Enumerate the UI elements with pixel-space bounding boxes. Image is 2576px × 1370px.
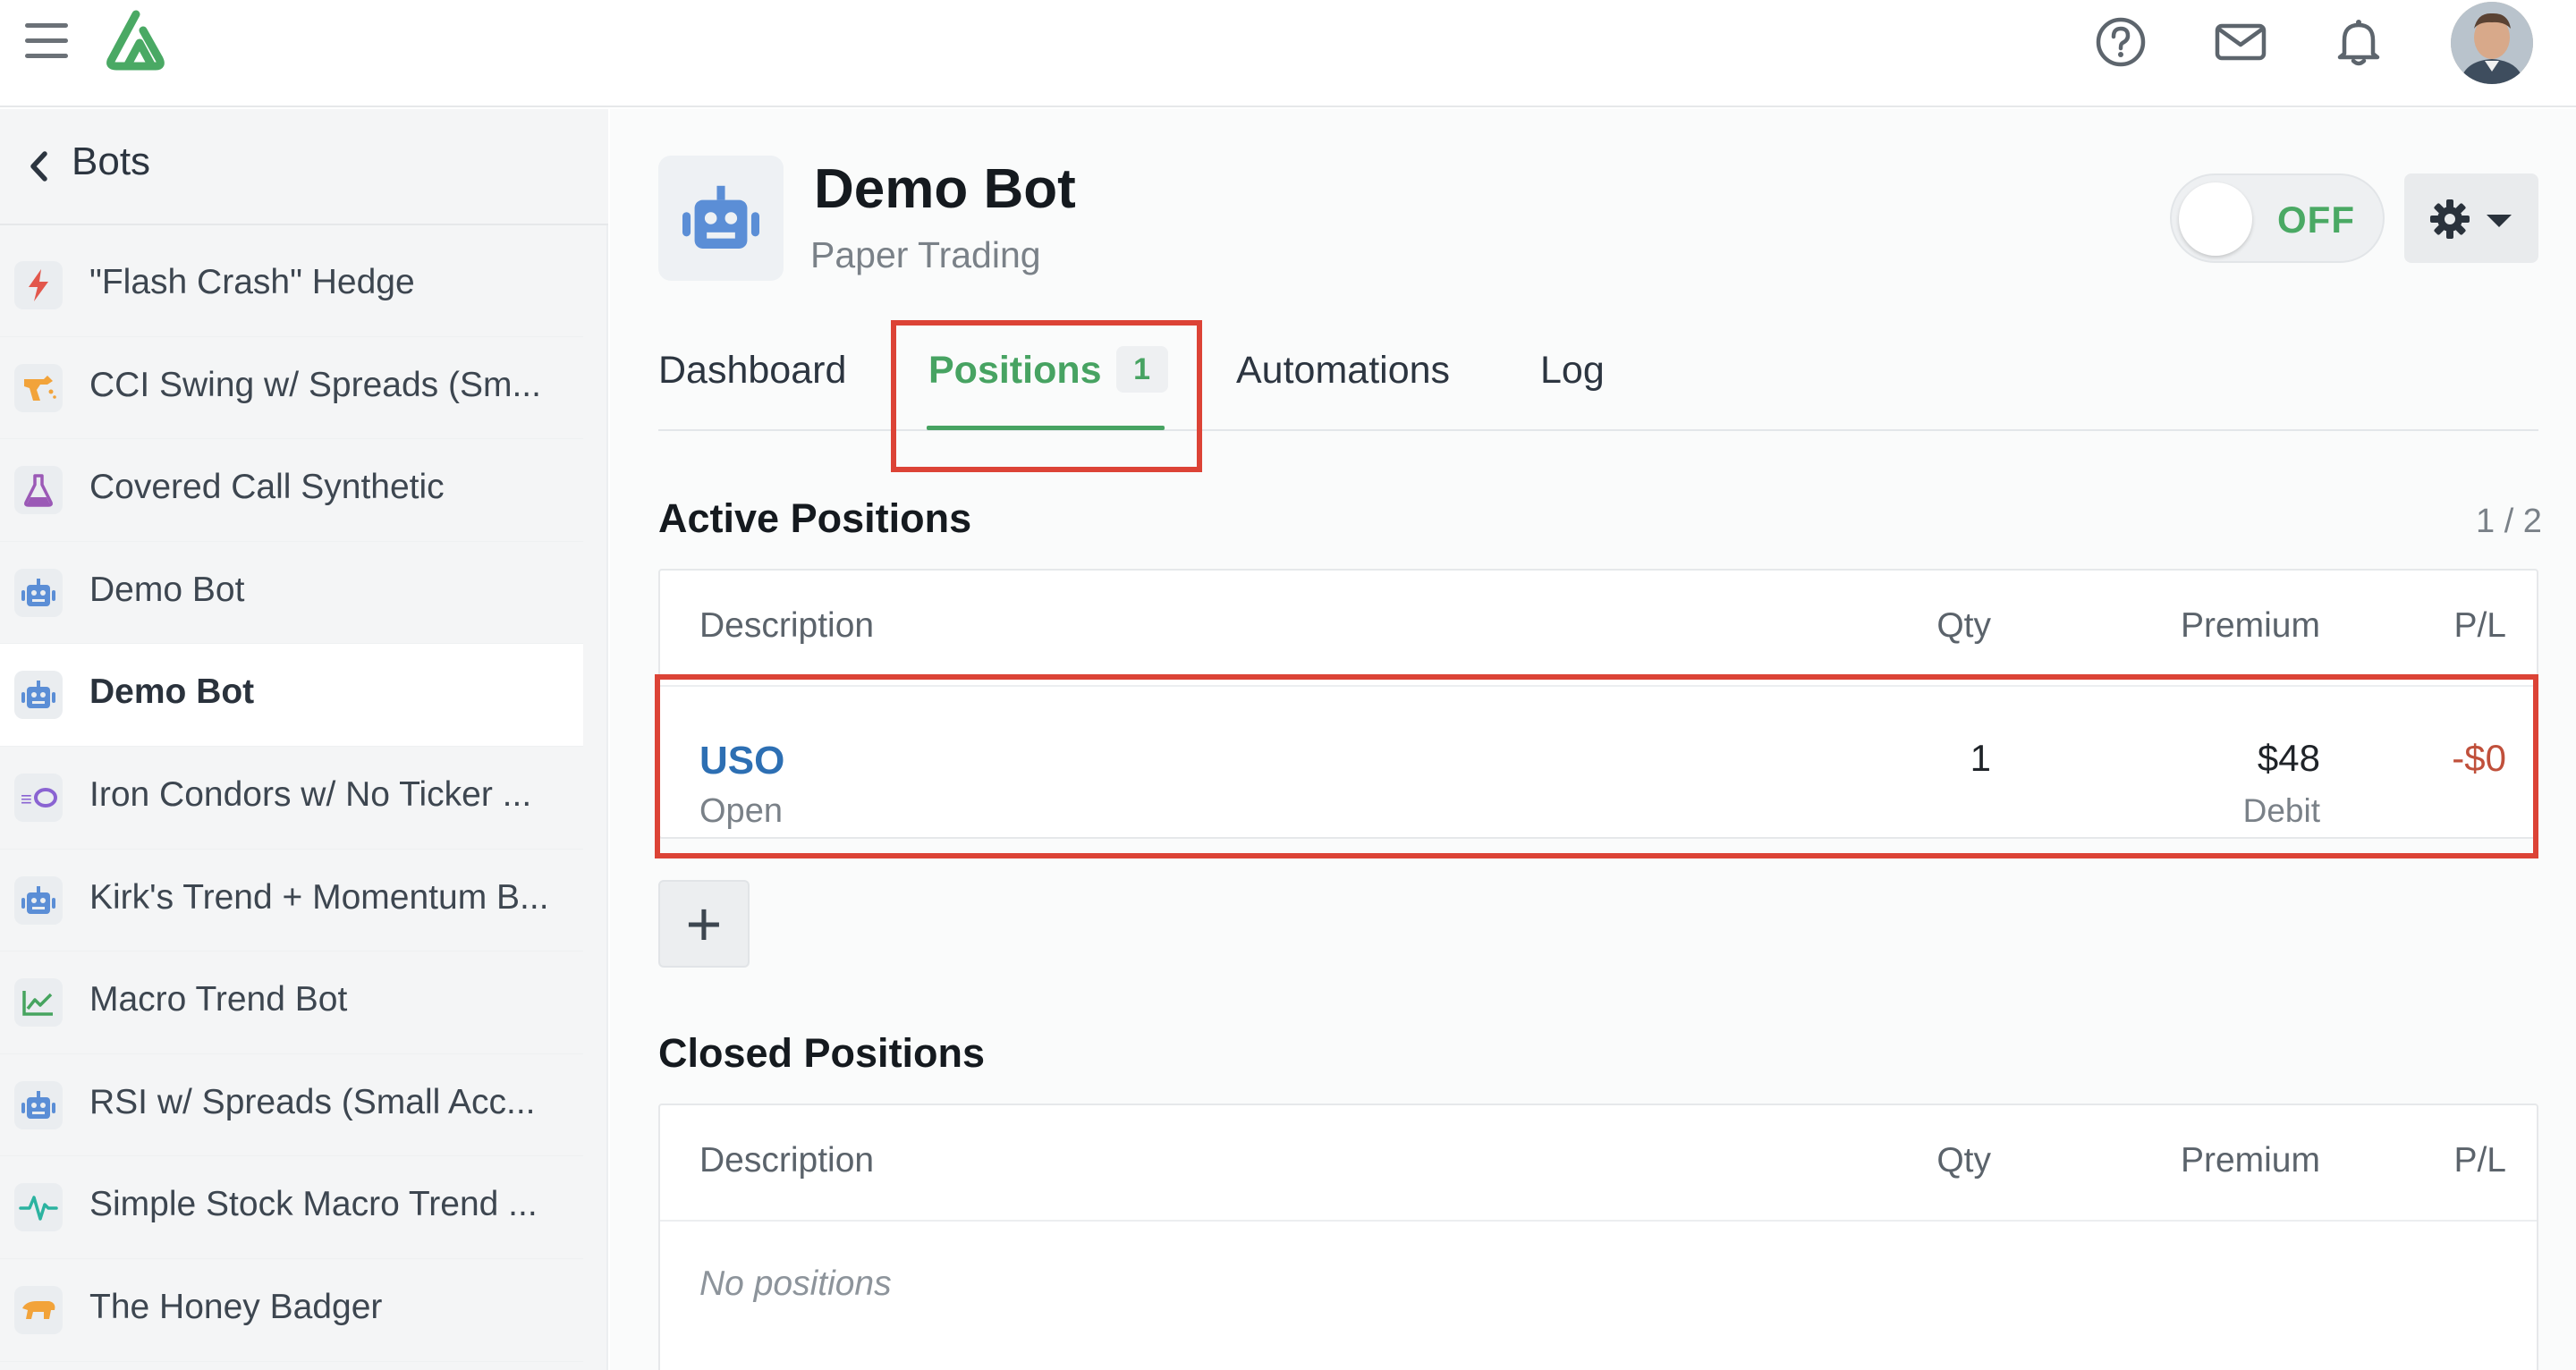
sidebar-item-label: Simple Stock Macro Trend ... [89, 1185, 538, 1224]
position-symbol-link[interactable]: USO [699, 739, 784, 783]
page-title: Demo Bot [814, 158, 1076, 220]
ufo-icon: ≡ [14, 773, 63, 822]
toggle-label: OFF [2277, 199, 2355, 241]
tab-dashboard[interactable]: Dashboard [658, 349, 846, 393]
sidebar-item-iron-condors[interactable]: ≡ Iron Condors w/ No Ticker ... [0, 747, 583, 850]
sidebar-item-label: "Flash Crash" Hedge [89, 263, 415, 301]
logo-icon[interactable] [100, 9, 172, 73]
chart-line-icon [14, 978, 63, 1028]
robot-icon [14, 1080, 63, 1129]
hamburger-icon[interactable] [25, 23, 68, 63]
column-header-pl[interactable]: P/L [2417, 606, 2506, 646]
robot-icon [14, 568, 63, 617]
column-header-qty[interactable]: Qty [1885, 1141, 1991, 1180]
raygun-icon [14, 363, 63, 412]
column-header-premium[interactable]: Premium [2145, 606, 2320, 646]
main-panel: Demo Bot Paper Trading OFF Dashboard Pos… [610, 109, 2576, 1370]
position-status: Open [699, 792, 783, 830]
sidebar-item-label: Demo Bot [89, 570, 245, 609]
settings-dropdown-button[interactable] [2404, 173, 2538, 263]
sidebar-item-simple-stock-macro[interactable]: Simple Stock Macro Trend ... [0, 1156, 583, 1259]
bot-on-off-toggle[interactable]: OFF [2170, 173, 2385, 263]
column-header-premium[interactable]: Premium [2145, 1141, 2320, 1180]
position-premium-type: Debit [2242, 792, 2320, 829]
position-pl: -$0 [2452, 737, 2506, 779]
column-header-qty[interactable]: Qty [1885, 606, 1991, 646]
tab-automations[interactable]: Automations [1236, 349, 1450, 393]
position-qty: 1 [1970, 737, 1991, 779]
tab-count-badge: 1 [1115, 345, 1168, 393]
empty-state-text: No positions [699, 1264, 892, 1303]
pulse-icon [14, 1183, 63, 1232]
sidebar-item-macro-trend-bot[interactable]: Macro Trend Bot [0, 951, 583, 1054]
sidebar-item-honey-badger[interactable]: The Honey Badger [0, 1259, 583, 1362]
sidebar-item-label: Demo Bot [89, 672, 255, 712]
sidebar-item-rsi-spreads[interactable]: RSI w/ Spreads (Small Acc... [0, 1054, 583, 1157]
robot-icon [14, 875, 63, 925]
badger-icon [14, 1285, 63, 1334]
closed-positions-table: Description Qty Premium P/L No positions [658, 1104, 2538, 1370]
closed-positions-title: Closed Positions [658, 1030, 986, 1076]
gear-icon [2430, 199, 2470, 239]
sidebar-item-cci-swing[interactable]: CCI Swing w/ Spreads (Sm... [0, 337, 583, 440]
sidebar-item-flash-crash-hedge[interactable]: "Flash Crash" Hedge [0, 234, 583, 337]
toggle-knob [2179, 182, 2252, 256]
pagination-indicator[interactable]: 1 / 2 [2476, 503, 2542, 541]
table-row[interactable]: USO Open 1 $48 Debit -$0 [660, 687, 2537, 839]
bot-list: "Flash Crash" Hedge CCI Swing w/ Spreads… [0, 234, 583, 1362]
column-header-description[interactable]: Description [699, 606, 874, 646]
table-header: Description Qty Premium P/L [660, 1105, 2537, 1222]
table-header: Description Qty Premium P/L [660, 571, 2537, 687]
lightning-icon [14, 261, 63, 309]
back-to-bots-link[interactable]: Bots [0, 109, 608, 225]
tab-label: Automations [1236, 349, 1451, 392]
page-subtitle: Paper Trading [810, 234, 1041, 275]
tab-label: Dashboard [658, 349, 847, 392]
add-position-button[interactable]: + [658, 880, 750, 968]
position-premium: $48 [2257, 737, 2320, 779]
robot-icon [14, 671, 63, 720]
sidebar-item-label: CCI Swing w/ Spreads (Sm... [89, 365, 541, 404]
svg-text:≡: ≡ [21, 788, 32, 810]
sidebar-item-label: Covered Call Synthetic [89, 468, 445, 507]
robot-icon [658, 156, 784, 281]
sidebar: Bots "Flash Crash" Hedge CCI Swing w/ Sp… [0, 109, 608, 1370]
active-positions-table: Description Qty Premium P/L USO Open 1 $… [658, 569, 2538, 839]
flask-icon [14, 466, 63, 515]
sidebar-item-demo-bot[interactable]: Demo Bot [0, 542, 583, 645]
sidebar-item-label: The Honey Badger [89, 1287, 383, 1326]
tab-label: Log [1540, 349, 1605, 392]
sidebar-item-label: Macro Trend Bot [89, 980, 348, 1019]
sidebar-item-demo-bot-active[interactable]: Demo Bot [0, 644, 583, 747]
help-circle-icon[interactable] [2093, 14, 2148, 70]
tab-log[interactable]: Log [1540, 349, 1605, 393]
active-positions-title: Active Positions [658, 495, 972, 541]
tab-label: Positions [928, 349, 1102, 392]
back-label: Bots [72, 140, 151, 183]
column-header-pl[interactable]: P/L [2417, 1141, 2506, 1180]
caret-down-icon [2487, 215, 2512, 227]
sidebar-item-label: Kirk's Trend + Momentum B... [89, 877, 549, 917]
bell-icon[interactable] [2331, 14, 2386, 70]
sidebar-item-covered-call-synthetic[interactable]: Covered Call Synthetic [0, 439, 583, 542]
column-header-description[interactable]: Description [699, 1141, 874, 1180]
top-bar [0, 0, 2576, 107]
active-tab-underline [927, 426, 1165, 430]
sidebar-item-label: Iron Condors w/ No Ticker ... [89, 774, 532, 814]
sidebar-item-label: RSI w/ Spreads (Small Acc... [89, 1082, 536, 1121]
chevron-left-icon [30, 151, 47, 182]
tab-positions[interactable]: Positions 1 [928, 345, 1168, 396]
sidebar-item-kirks-trend[interactable]: Kirk's Trend + Momentum B... [0, 850, 583, 952]
mail-icon[interactable] [2213, 14, 2268, 70]
user-avatar[interactable] [2451, 2, 2533, 84]
